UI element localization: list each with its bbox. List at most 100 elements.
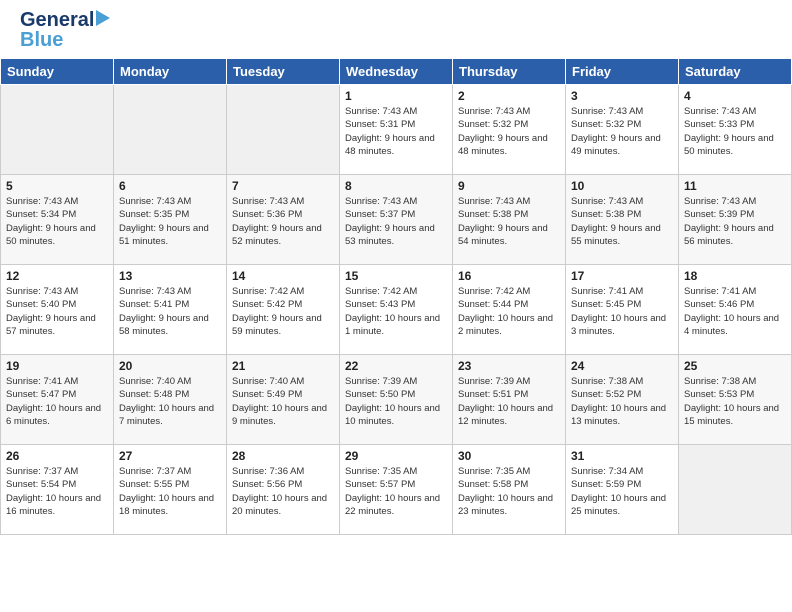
day-number: 2 [458, 89, 560, 103]
calendar-cell [114, 85, 227, 175]
weekday-header-tuesday: Tuesday [227, 59, 340, 85]
calendar-cell: 15Sunrise: 7:42 AMSunset: 5:43 PMDayligh… [340, 265, 453, 355]
day-number: 23 [458, 359, 560, 373]
day-info: Sunrise: 7:43 AMSunset: 5:32 PMDaylight:… [571, 105, 673, 158]
calendar-cell: 24 Sunrise: 7:38 AMSunset: 5:52 PMDayligh… [566, 355, 679, 445]
day-info: Sunrise: 7:43 AMSunset: 5:34 PMDaylight:… [6, 195, 108, 248]
day-info: Sunrise: 7:38 AMSunset: 5:52 PMDaylight:… [571, 375, 673, 428]
calendar-cell: 7 Sunrise: 7:43 AMSunset: 5:36 PMDaylight… [227, 175, 340, 265]
calendar-cell: 27 Sunrise: 7:37 AMSunset: 5:55 PMDayligh… [114, 445, 227, 535]
calendar-cell: 17Sunrise: 7:41 AMSunset: 5:45 PMDayligh… [566, 265, 679, 355]
calendar-cell: 21 Sunrise: 7:40 AMSunset: 5:49 PMDayligh… [227, 355, 340, 445]
day-number: 12 [6, 269, 108, 283]
day-number: 25 [684, 359, 786, 373]
calendar-cell: 14 Sunrise: 7:42 AMSunset: 5:42 PMDayligh… [227, 265, 340, 355]
day-number: 26 [6, 449, 108, 463]
day-info: Sunrise: 7:37 AMSunset: 5:55 PMDaylight:… [119, 465, 221, 518]
calendar-cell: 19 Sunrise: 7:41 AMSunset: 5:47 PMDayligh… [1, 355, 114, 445]
calendar-cell: 4Sunrise: 7:43 AMSunset: 5:33 PMDaylight… [679, 85, 792, 175]
day-number: 7 [232, 179, 334, 193]
calendar-cell [1, 85, 114, 175]
day-info: Sunrise: 7:43 AMSunset: 5:35 PMDaylight:… [119, 195, 221, 248]
day-info: Sunrise: 7:41 AMSunset: 5:47 PMDaylight:… [6, 375, 108, 428]
day-number: 11 [684, 179, 786, 193]
day-number: 18 [684, 269, 786, 283]
day-number: 8 [345, 179, 447, 193]
day-number: 10 [571, 179, 673, 193]
logo-container: General Blue [20, 10, 110, 50]
calendar-week-1: 1Sunrise: 7:43 AMSunset: 5:31 PMDaylight… [1, 85, 792, 175]
day-info: Sunrise: 7:35 AMSunset: 5:58 PMDaylight:… [458, 465, 560, 518]
day-number: 21 [232, 359, 334, 373]
day-number: 28 [232, 449, 334, 463]
calendar-week-4: 19 Sunrise: 7:41 AMSunset: 5:47 PMDayligh… [1, 355, 792, 445]
day-number: 29 [345, 449, 447, 463]
day-info: Sunrise: 7:43 AMSunset: 5:32 PMDaylight:… [458, 105, 560, 158]
day-info: Sunrise: 7:43 AMSunset: 5:38 PMDaylight:… [571, 195, 673, 248]
calendar-cell: 3 Sunrise: 7:43 AMSunset: 5:32 PMDaylight… [566, 85, 679, 175]
day-number: 14 [232, 269, 334, 283]
calendar-cell: 26 Sunrise: 7:37 AMSunset: 5:54 PMDayligh… [1, 445, 114, 535]
calendar-cell: 5 Sunrise: 7:43 AMSunset: 5:34 PMDaylight… [1, 175, 114, 265]
calendar-cell: 28 Sunrise: 7:36 AMSunset: 5:56 PMDayligh… [227, 445, 340, 535]
day-info: Sunrise: 7:43 AMSunset: 5:39 PMDaylight:… [684, 195, 786, 248]
weekday-header-saturday: Saturday [679, 59, 792, 85]
day-number: 27 [119, 449, 221, 463]
calendar-week-5: 26 Sunrise: 7:37 AMSunset: 5:54 PMDayligh… [1, 445, 792, 535]
day-number: 16 [458, 269, 560, 283]
day-info: Sunrise: 7:43 AMSunset: 5:41 PMDaylight:… [119, 285, 221, 338]
calendar-week-3: 12 Sunrise: 7:43 AMSunset: 5:40 PMDayligh… [1, 265, 792, 355]
calendar-cell: 9 Sunrise: 7:43 AMSunset: 5:38 PMDaylight… [453, 175, 566, 265]
calendar-cell: 16Sunrise: 7:42 AMSunset: 5:44 PMDayligh… [453, 265, 566, 355]
weekday-header-monday: Monday [114, 59, 227, 85]
calendar-cell: 12 Sunrise: 7:43 AMSunset: 5:40 PMDayligh… [1, 265, 114, 355]
calendar-cell [679, 445, 792, 535]
day-number: 9 [458, 179, 560, 193]
day-number: 22 [345, 359, 447, 373]
logo-blue: Blue [20, 30, 63, 50]
day-info: Sunrise: 7:38 AMSunset: 5:53 PMDaylight:… [684, 375, 786, 428]
day-info: Sunrise: 7:43 AMSunset: 5:40 PMDaylight:… [6, 285, 108, 338]
day-number: 4 [684, 89, 786, 103]
calendar-cell: 22Sunrise: 7:39 AMSunset: 5:50 PMDayligh… [340, 355, 453, 445]
day-info: Sunrise: 7:37 AMSunset: 5:54 PMDaylight:… [6, 465, 108, 518]
logo-general: General [20, 10, 94, 30]
day-number: 31 [571, 449, 673, 463]
day-info: Sunrise: 7:39 AMSunset: 5:51 PMDaylight:… [458, 375, 560, 428]
weekday-header-friday: Friday [566, 59, 679, 85]
weekday-header-wednesday: Wednesday [340, 59, 453, 85]
day-info: Sunrise: 7:43 AMSunset: 5:37 PMDaylight:… [345, 195, 447, 248]
day-info: Sunrise: 7:40 AMSunset: 5:49 PMDaylight:… [232, 375, 334, 428]
day-number: 20 [119, 359, 221, 373]
calendar-cell: 11 Sunrise: 7:43 AMSunset: 5:39 PMDayligh… [679, 175, 792, 265]
day-number: 13 [119, 269, 221, 283]
day-number: 19 [6, 359, 108, 373]
calendar-cell: 8 Sunrise: 7:43 AMSunset: 5:37 PMDaylight… [340, 175, 453, 265]
day-number: 30 [458, 449, 560, 463]
day-number: 17 [571, 269, 673, 283]
header: General Blue [0, 0, 792, 58]
calendar-cell: 23 Sunrise: 7:39 AMSunset: 5:51 PMDayligh… [453, 355, 566, 445]
day-number: 24 [571, 359, 673, 373]
day-number: 3 [571, 89, 673, 103]
day-info: Sunrise: 7:43 AMSunset: 5:36 PMDaylight:… [232, 195, 334, 248]
calendar-cell: 1Sunrise: 7:43 AMSunset: 5:31 PMDaylight… [340, 85, 453, 175]
day-info: Sunrise: 7:42 AMSunset: 5:43 PMDaylight:… [345, 285, 447, 338]
calendar-cell: 6 Sunrise: 7:43 AMSunset: 5:35 PMDaylight… [114, 175, 227, 265]
logo-arrow-icon [96, 10, 110, 26]
day-info: Sunrise: 7:36 AMSunset: 5:56 PMDaylight:… [232, 465, 334, 518]
day-info: Sunrise: 7:43 AMSunset: 5:38 PMDaylight:… [458, 195, 560, 248]
calendar-table: SundayMondayTuesdayWednesdayThursdayFrid… [0, 58, 792, 535]
day-info: Sunrise: 7:41 AMSunset: 5:46 PMDaylight:… [684, 285, 786, 338]
calendar-cell: 25 Sunrise: 7:38 AMSunset: 5:53 PMDayligh… [679, 355, 792, 445]
logo: General Blue [20, 10, 110, 50]
weekday-header-sunday: Sunday [1, 59, 114, 85]
calendar-cell: 29Sunrise: 7:35 AMSunset: 5:57 PMDayligh… [340, 445, 453, 535]
page-container: General Blue SundayMondayTuesdayWednesda… [0, 0, 792, 612]
day-number: 1 [345, 89, 447, 103]
day-number: 5 [6, 179, 108, 193]
day-info: Sunrise: 7:42 AMSunset: 5:42 PMDaylight:… [232, 285, 334, 338]
day-number: 6 [119, 179, 221, 193]
calendar-cell: 2 Sunrise: 7:43 AMSunset: 5:32 PMDaylight… [453, 85, 566, 175]
calendar-cell: 31Sunrise: 7:34 AMSunset: 5:59 PMDayligh… [566, 445, 679, 535]
